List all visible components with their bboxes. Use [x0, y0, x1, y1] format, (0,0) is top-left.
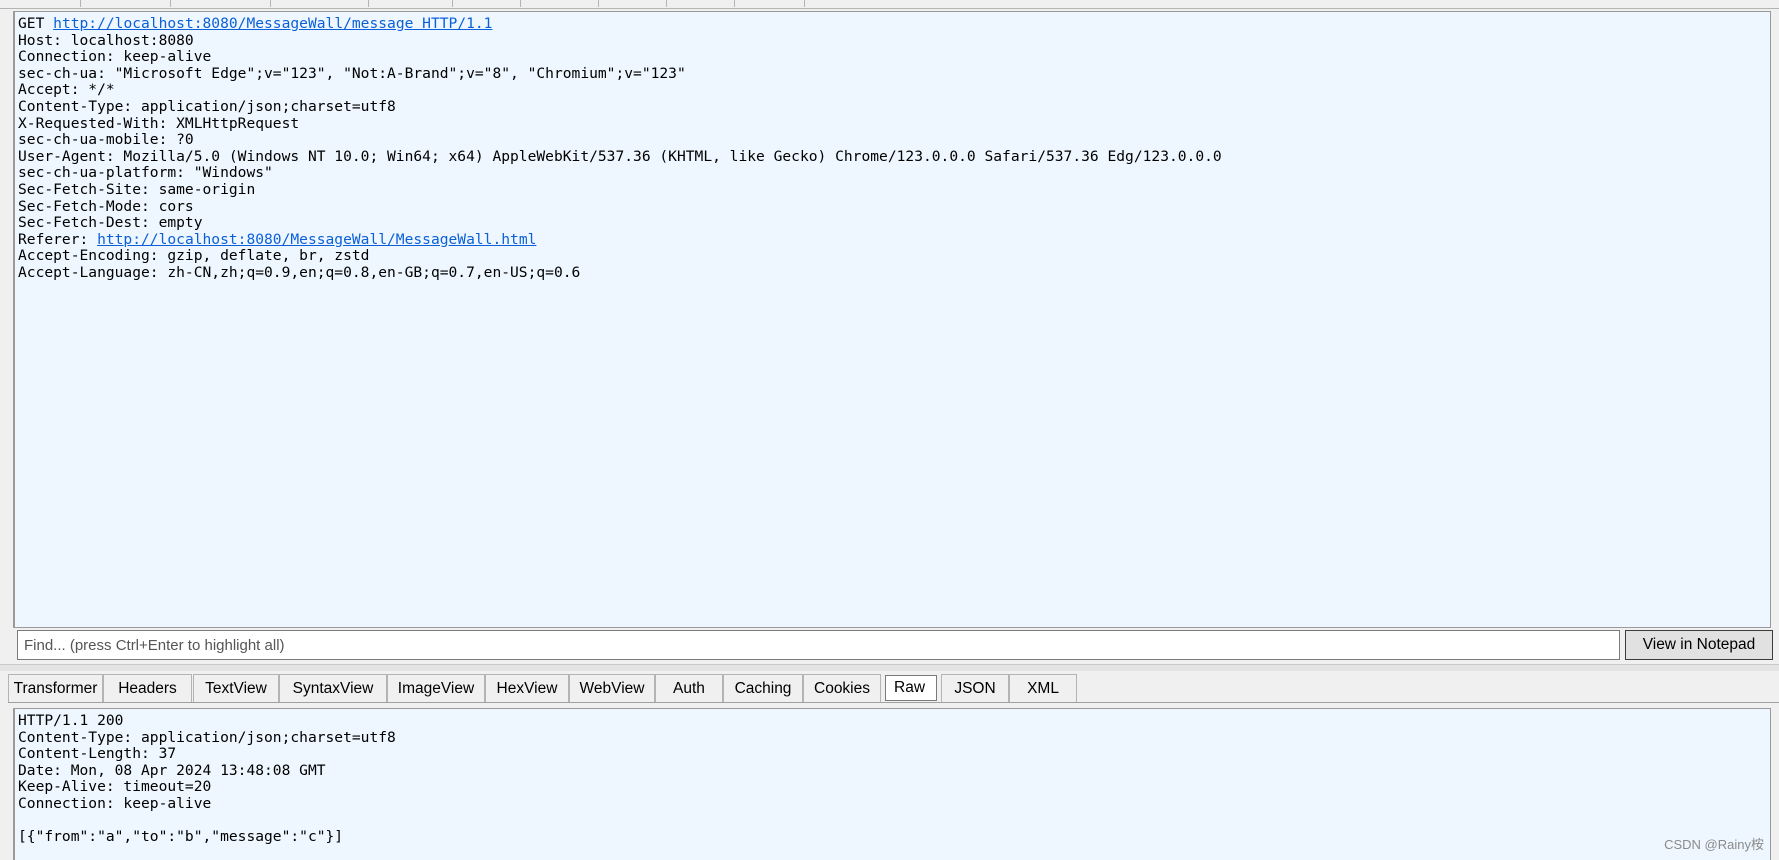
referer-url-link[interactable]: http://localhost:8080/MessageWall/Messag… [97, 231, 536, 248]
raw-line: Keep-Alive: timeout=20 [18, 778, 212, 796]
raw-line: Connection: keep-alive [18, 48, 212, 66]
response-raw-panel[interactable]: HTTP/1.1 200 Content-Type: application/j… [13, 708, 1771, 860]
upper-tab-stub[interactable] [734, 0, 805, 7]
raw-line: Content-Type: application/json;charset=u… [18, 728, 396, 746]
response-tab-auth[interactable]: Auth [655, 674, 723, 702]
response-tab-imageview[interactable]: ImageView [387, 674, 485, 702]
upper-tab-stub[interactable] [598, 0, 667, 7]
view-in-notepad-button[interactable]: View in Notepad [1625, 630, 1773, 660]
response-tab-syntaxview[interactable]: SyntaxView [279, 674, 387, 702]
raw-line: Accept-Encoding: gzip, deflate, br, zstd [18, 247, 370, 265]
response-tab-textview[interactable]: TextView [193, 674, 279, 702]
request-url-link[interactable]: http://localhost:8080/MessageWall/messag… [53, 15, 492, 32]
response-tab-xml[interactable]: XML [1009, 674, 1077, 702]
raw-line: Date: Mon, 08 Apr 2024 13:48:08 GMT [18, 761, 326, 779]
find-input[interactable] [17, 630, 1620, 660]
response-raw-text: HTTP/1.1 200 Content-Type: application/j… [15, 709, 1770, 850]
response-tab-raw[interactable]: Raw [885, 675, 937, 701]
upper-tab-stub[interactable] [170, 0, 271, 7]
response-tab-hexview[interactable]: HexView [485, 674, 569, 702]
raw-line: sec-ch-ua-mobile: ?0 [18, 131, 194, 149]
request-header-lines: Accept-Encoding: gzip, deflate, br, zstd… [18, 247, 580, 281]
upper-tab-stub[interactable] [0, 0, 81, 7]
raw-line: HTTP/1.1 200 [18, 712, 124, 729]
raw-line: Content-Length: 37 [18, 745, 177, 763]
find-bar: View in Notepad [15, 630, 1775, 662]
watermark: CSDN @Rainy桉 [1664, 837, 1764, 852]
raw-line: [{"from":"a","to":"b","message":"c"}] [18, 828, 344, 846]
request-raw-text: GET http://localhost:8080/MessageWall/me… [15, 12, 1770, 286]
raw-line: Connection: keep-alive [18, 794, 212, 812]
raw-line: X-Requested-With: XMLHttpRequest [18, 114, 300, 132]
upper-tab-strip [0, 0, 1779, 9]
raw-line: Sec-Fetch-Site: same-origin [18, 180, 256, 198]
upper-tab-stub[interactable] [270, 0, 369, 7]
response-tab-transformer[interactable]: Transformer [8, 674, 103, 702]
raw-line: sec-ch-ua-platform: "Windows" [18, 164, 273, 182]
upper-tab-stub[interactable] [368, 0, 453, 7]
raw-line: sec-ch-ua: "Microsoft Edge";v="123", "No… [18, 64, 686, 82]
request-header-lines: Host: localhost:8080 Connection: keep-al… [18, 32, 1222, 232]
raw-line: Sec-Fetch-Mode: cors [18, 197, 194, 215]
upper-tab-stub[interactable] [80, 0, 171, 7]
response-tab-cookies[interactable]: Cookies [803, 674, 881, 702]
referer-label: Referer: [18, 230, 98, 248]
response-tab-caching[interactable]: Caching [723, 674, 803, 702]
request-method: GET [18, 15, 54, 32]
raw-line: Sec-Fetch-Dest: empty [18, 214, 203, 232]
response-tab-headers[interactable]: Headers [103, 674, 192, 702]
response-tab-webview[interactable]: WebView [569, 674, 655, 702]
upper-tab-stub[interactable] [452, 0, 521, 7]
pane-splitter[interactable] [0, 664, 1779, 671]
response-tab-json[interactable]: JSON [941, 674, 1009, 702]
raw-line: Accept-Language: zh-CN,zh;q=0.9,en;q=0.8… [18, 263, 581, 281]
raw-line: Content-Type: application/json;charset=u… [18, 97, 396, 115]
upper-tab-stub[interactable] [666, 0, 735, 7]
raw-line: Host: localhost:8080 [18, 31, 194, 49]
raw-line: User-Agent: Mozilla/5.0 (Windows NT 10.0… [18, 147, 1222, 165]
request-raw-panel[interactable]: GET http://localhost:8080/MessageWall/me… [13, 11, 1771, 628]
response-tab-strip: Transformer Headers TextView SyntaxView Imag… [8, 672, 1779, 703]
raw-line: Accept: */* [18, 81, 115, 99]
upper-tab-stub[interactable] [520, 0, 599, 7]
